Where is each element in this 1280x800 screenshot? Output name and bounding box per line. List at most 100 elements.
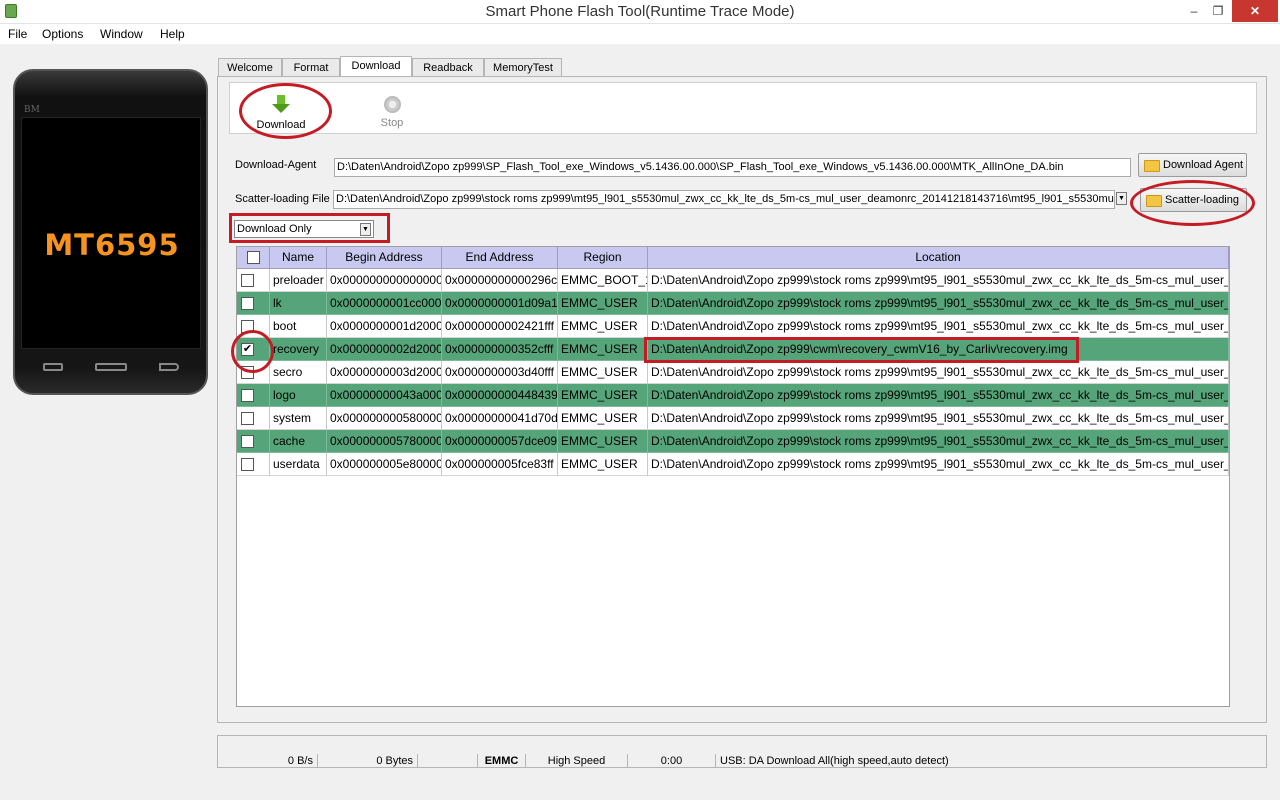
cell-begin: 0x0000000001d20000 (327, 315, 442, 338)
cell-end: 0x0000000004484397 (442, 384, 558, 407)
highlight-mode-box (229, 213, 390, 243)
header-end-address[interactable]: End Address (442, 247, 558, 269)
row-checkbox-cell (237, 384, 270, 407)
cell-region: EMMC_BOOT_1 (558, 269, 648, 292)
tab-memorytest[interactable]: MemoryTest (484, 58, 562, 77)
menu-help[interactable]: Help (160, 27, 185, 41)
stop-button[interactable]: Stop (370, 91, 414, 129)
partition-table: Name Begin Address End Address Region Lo… (236, 246, 1230, 707)
menu-file[interactable]: File (8, 27, 27, 41)
stop-icon (383, 96, 401, 113)
cell-location[interactable]: D:\Daten\Android\Zopo zp999\stock roms z… (648, 384, 1229, 407)
header-region[interactable]: Region (558, 247, 648, 269)
cell-name: userdata (270, 453, 327, 476)
cell-name: lk (270, 292, 327, 315)
cell-end: 0x00000000041d70d87 (442, 407, 558, 430)
download-agent-path[interactable]: D:\Daten\Android\Zopo zp999\SP_Flash_Too… (334, 158, 1131, 177)
status-usb: USB: DA Download All(high speed,auto det… (720, 755, 949, 767)
table-row[interactable]: system 0x0000000005800000 0x00000000041d70… (237, 407, 1229, 430)
cell-begin: 0x0000000000000000 (327, 269, 442, 292)
tab-readback[interactable]: Readback (412, 58, 484, 77)
cell-begin: 0x000000005e800000 (327, 453, 442, 476)
cell-end: 0x000000000352cfff (442, 338, 558, 361)
row-checkbox[interactable] (241, 435, 254, 448)
status-blank (418, 754, 478, 768)
status-bar: 0 B/s 0 Bytes EMMC High Speed 0:00 USB: … (217, 735, 1267, 768)
table-row[interactable]: boot 0x0000000001d20000 0x0000000002421fff… (237, 315, 1229, 338)
tab-download[interactable]: Download (340, 56, 412, 77)
cell-location[interactable]: D:\Daten\Android\Zopo zp999\stock roms z… (648, 315, 1229, 338)
status-storage: EMMC (478, 754, 526, 768)
cell-name: recovery (270, 338, 327, 361)
cell-region: EMMC_USER (558, 430, 648, 453)
row-checkbox-cell (237, 407, 270, 430)
row-checkbox-cell (237, 269, 270, 292)
cell-name: secro (270, 361, 327, 384)
menu-options[interactable]: Options (42, 27, 83, 41)
cell-region: EMMC_USER (558, 292, 648, 315)
header-select-all[interactable] (237, 247, 270, 269)
select-all-checkbox[interactable] (247, 251, 260, 264)
close-button[interactable]: ✕ (1232, 0, 1278, 22)
stop-button-label: Stop (380, 117, 404, 129)
row-checkbox[interactable] (241, 412, 254, 425)
status-bytes: 0 Bytes (318, 754, 418, 768)
row-checkbox-cell (237, 430, 270, 453)
status-time: 0:00 (628, 754, 716, 768)
status-mode: High Speed (526, 754, 628, 768)
header-name[interactable]: Name (270, 247, 327, 269)
row-checkbox[interactable] (241, 458, 254, 471)
header-begin-address[interactable]: Begin Address (327, 247, 442, 269)
phone-illustration: BM MT6595 (13, 69, 208, 395)
cell-location[interactable]: D:\Daten\Android\Zopo zp999\stock roms z… (648, 430, 1229, 453)
tab-format[interactable]: Format (282, 58, 340, 77)
maximize-button[interactable]: ❐ (1204, 0, 1232, 22)
phone-model-label: MT6595 (44, 228, 180, 262)
download-agent-button-label: Download Agent (1163, 159, 1244, 171)
row-checkbox-cell (237, 292, 270, 315)
table-row[interactable]: userdata 0x000000005e800000 0x000000005fce… (237, 453, 1229, 476)
cell-region: EMMC_USER (558, 453, 648, 476)
row-checkbox[interactable] (241, 297, 254, 310)
download-agent-label: Download-Agent (235, 159, 317, 171)
cell-region: EMMC_USER (558, 361, 648, 384)
cell-end: 0x0000000001d09a17 (442, 292, 558, 315)
row-checkbox[interactable] (241, 274, 254, 287)
window-title: Smart Phone Flash Tool(Runtime Trace Mod… (485, 3, 795, 20)
cell-location[interactable]: D:\Daten\Android\Zopo zp999\stock roms z… (648, 407, 1229, 430)
scatter-file-label: Scatter-loading File (235, 193, 330, 205)
menu-key-icon (43, 363, 63, 371)
cell-name: preloader (270, 269, 327, 292)
table-row[interactable]: secro 0x0000000003d20000 0x0000000003d40ff… (237, 361, 1229, 384)
cell-end: 0x00000000000296cf (442, 269, 558, 292)
table-row[interactable]: preloader 0x0000000000000000 0x00000000000… (237, 269, 1229, 292)
cell-begin: 0x0000000005800000 (327, 407, 442, 430)
phone-keys (21, 353, 201, 383)
tab-welcome[interactable]: Welcome (218, 58, 282, 77)
table-row[interactable]: logo 0x00000000043a0000 0x0000000004484397… (237, 384, 1229, 407)
phone-screen: MT6595 (21, 117, 201, 349)
cell-region: EMMC_USER (558, 384, 648, 407)
cell-region: EMMC_USER (558, 407, 648, 430)
title-bar: Smart Phone Flash Tool(Runtime Trace Mod… (0, 0, 1280, 24)
cell-location[interactable]: D:\Daten\Android\Zopo zp999\stock roms z… (648, 361, 1229, 384)
cell-location[interactable]: D:\Daten\Android\Zopo zp999\stock roms z… (648, 453, 1229, 476)
table-row[interactable]: lk 0x0000000001cc0000 0x0000000001d09a17 EM… (237, 292, 1229, 315)
cell-begin: 0x0000000001cc0000 (327, 292, 442, 315)
cell-location[interactable]: D:\Daten\Android\Zopo zp999\stock roms z… (648, 292, 1229, 315)
highlight-download-circle (239, 83, 332, 139)
cell-name: boot (270, 315, 327, 338)
cell-location[interactable]: D:\Daten\Android\Zopo zp999\stock roms z… (648, 269, 1229, 292)
menu-window[interactable]: Window (100, 27, 143, 41)
cell-begin: 0x00000000043a0000 (327, 384, 442, 407)
header-location[interactable]: Location (648, 247, 1229, 269)
cell-end: 0x0000000002421fff (442, 315, 558, 338)
scatter-dropdown-icon[interactable]: ▼ (1116, 192, 1127, 205)
cell-name: logo (270, 384, 327, 407)
scatter-file-path[interactable]: D:\Daten\Android\Zopo zp999\stock roms z… (333, 190, 1115, 209)
back-key-icon (159, 363, 179, 371)
row-checkbox[interactable] (241, 389, 254, 402)
download-agent-button[interactable]: Download Agent (1138, 153, 1247, 177)
table-row[interactable]: cache 0x0000000057800000 0x0000000057dce09… (237, 430, 1229, 453)
cell-begin: 0x0000000002d20000 (327, 338, 442, 361)
